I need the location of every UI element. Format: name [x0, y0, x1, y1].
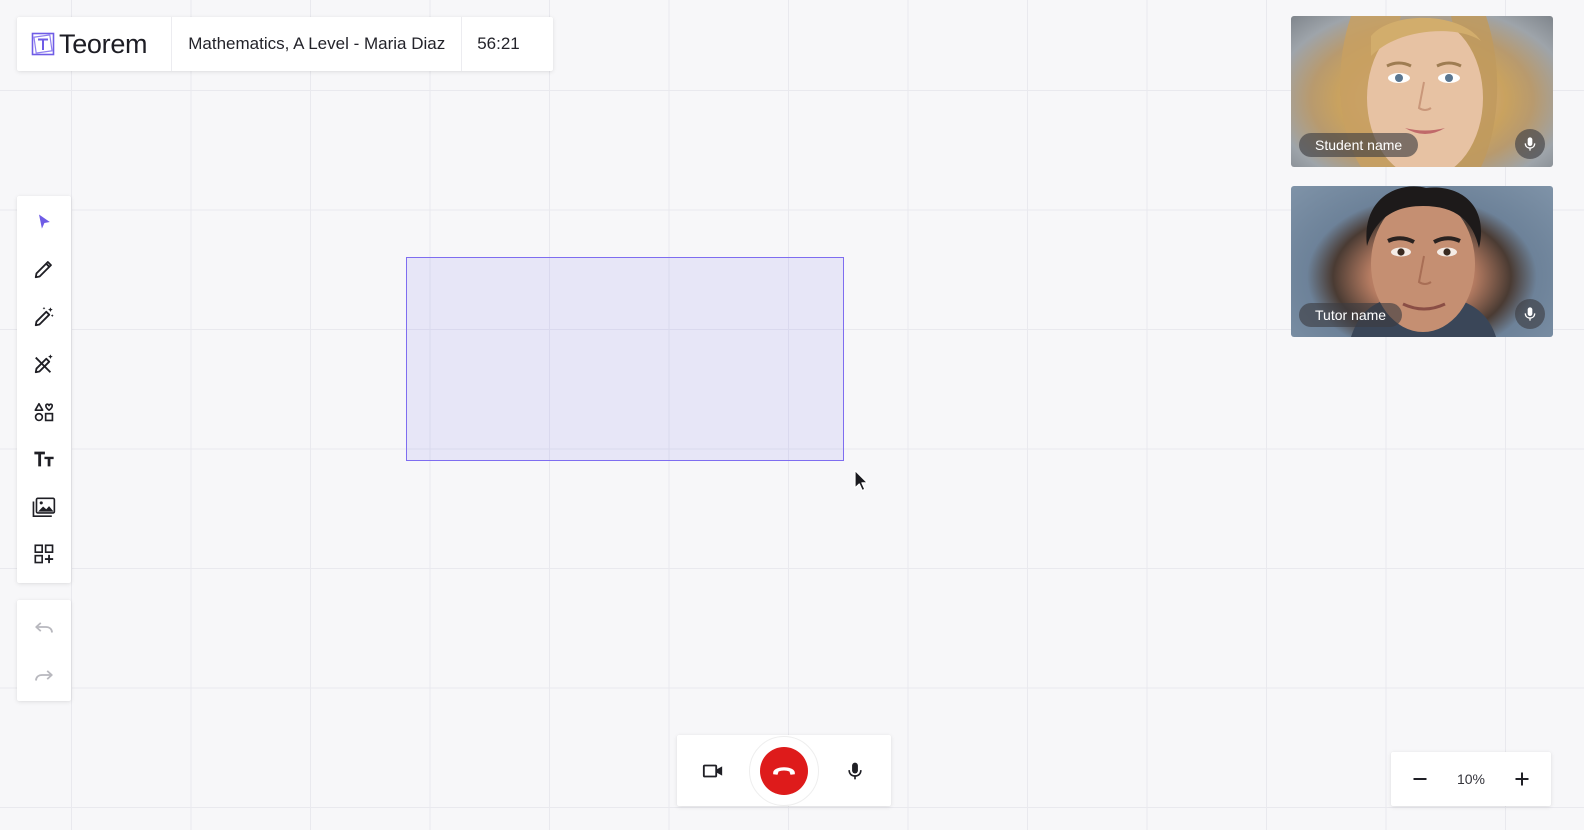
teorem-logo-icon — [31, 32, 55, 56]
mouse-pointer-icon — [854, 469, 869, 492]
call-controls — [677, 735, 891, 806]
shapes-icon — [34, 402, 54, 422]
shapes-tool-button[interactable] — [17, 388, 71, 436]
zoom-level: 10% — [1456, 771, 1486, 787]
pencil-tool-button[interactable] — [17, 246, 71, 294]
magic-eraser-icon — [34, 354, 53, 374]
cursor-arrow-icon — [39, 214, 50, 229]
add-widget-tool-button[interactable] — [17, 531, 71, 579]
brand-logo[interactable]: Teorem — [17, 17, 173, 71]
text-tool-button[interactable] — [17, 436, 71, 484]
camera-toggle-button[interactable] — [693, 751, 733, 791]
phone-hangup-icon — [773, 766, 795, 775]
text-size-icon — [34, 451, 54, 467]
microphone-icon — [1524, 307, 1536, 321]
plus-icon — [1515, 772, 1529, 786]
magic-pen-tool-button[interactable] — [17, 293, 71, 341]
zoom-controls: 10% — [1391, 752, 1551, 806]
participant-name-label: Student name — [1299, 133, 1419, 157]
image-library-tool-button[interactable] — [17, 483, 71, 531]
add-widget-icon — [34, 544, 54, 564]
video-camera-icon — [702, 764, 723, 777]
microphone-icon — [848, 762, 862, 779]
tutor-video-tile[interactable]: Tutor name — [1291, 186, 1553, 337]
pencil-icon — [34, 261, 52, 279]
tool-sidebar — [17, 196, 71, 583]
session-title: Mathematics, A Level - Maria Diaz — [172, 17, 463, 71]
zoom-out-button[interactable] — [1409, 768, 1431, 790]
brand-name: Teorem — [59, 28, 148, 59]
redo-icon — [35, 669, 53, 681]
magic-wand-icon — [34, 306, 54, 326]
microphone-toggle-button[interactable] — [835, 751, 875, 791]
history-controls — [17, 600, 71, 701]
tutor-mic-indicator — [1515, 299, 1545, 329]
canvas-selection-rectangle[interactable] — [406, 257, 844, 461]
undo-icon — [35, 621, 53, 633]
participant-name-label: Tutor name — [1299, 303, 1403, 327]
student-video-tile[interactable]: Student name — [1291, 16, 1553, 167]
microphone-icon — [1524, 137, 1536, 151]
image-library-icon — [32, 497, 56, 517]
student-mic-indicator — [1515, 129, 1545, 159]
select-tool-button[interactable] — [17, 198, 71, 246]
redo-button[interactable] — [17, 651, 71, 699]
session-timer: 56:21 — [477, 34, 520, 53]
zoom-in-button[interactable] — [1511, 768, 1533, 790]
magic-eraser-tool-button[interactable] — [17, 341, 71, 389]
session-header: Teorem Mathematics, A Level - Maria Diaz… — [17, 17, 553, 71]
hangup-ring — [749, 735, 819, 806]
minus-icon — [1413, 778, 1427, 780]
undo-button[interactable] — [17, 603, 71, 651]
end-call-button[interactable] — [760, 746, 808, 795]
